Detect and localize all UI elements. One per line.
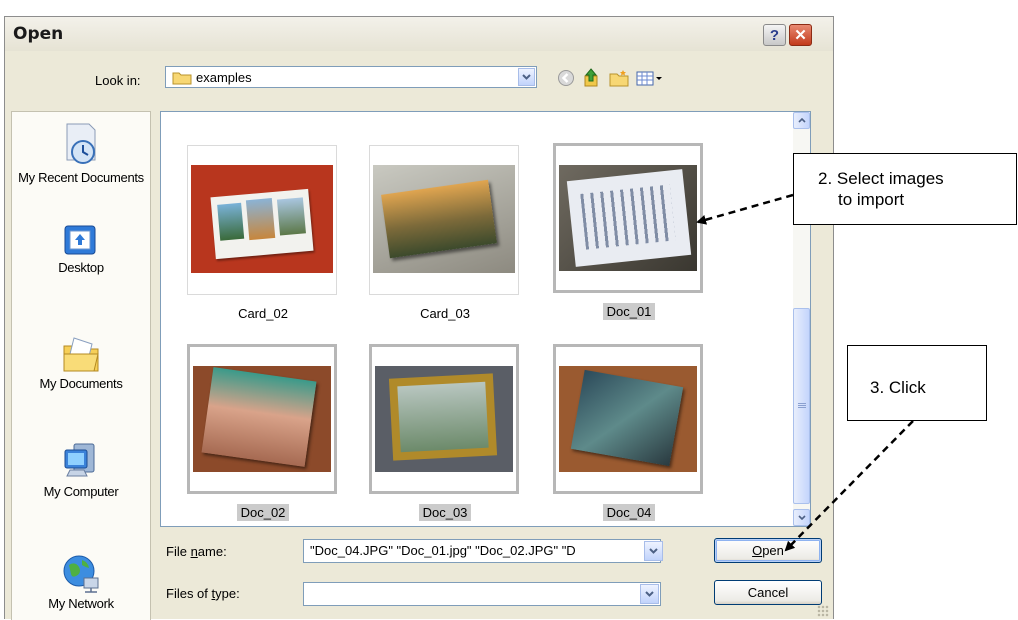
open-dialog: Open ? ✕ Look in: examples My Recent Doc…: [4, 16, 834, 620]
file-type-dropdown[interactable]: [303, 582, 661, 606]
open-button[interactable]: Open: [714, 538, 822, 563]
file-name-input[interactable]: "Doc_04.JPG" "Doc_01.jpg" "Doc_02.JPG" "…: [303, 539, 661, 563]
scroll-down-button[interactable]: [793, 509, 810, 526]
thumbnail-doc-02: [193, 366, 331, 472]
file-name-dropdown-arrow[interactable]: [644, 541, 663, 561]
place-recent-documents[interactable]: My Recent Documents: [12, 122, 150, 185]
file-name: Card_03: [420, 306, 470, 321]
thumbnail-card-02: [191, 165, 333, 273]
look-in-value: examples: [196, 70, 252, 85]
thumbnail-doc-04: [559, 366, 697, 472]
up-folder-icon[interactable]: [580, 67, 602, 89]
thumbnail-doc-03: [375, 366, 513, 472]
recent-documents-icon: [66, 123, 96, 164]
annotation-select-images: 2. Select images to import: [793, 153, 1017, 225]
resize-grip[interactable]: [817, 605, 829, 617]
thumbnail-doc-01: [559, 165, 697, 271]
thumbnail-card-03: [373, 165, 515, 273]
places-bar: My Recent Documents Desktop My Documents: [11, 111, 151, 620]
folder-icon: [172, 72, 192, 85]
dialog-title: Open: [13, 24, 64, 44]
cancel-button[interactable]: Cancel: [714, 580, 822, 605]
new-folder-icon[interactable]: [608, 67, 630, 89]
file-name: Doc_02: [236, 504, 290, 521]
scroll-up-button[interactable]: [793, 112, 810, 129]
desktop-icon: [64, 225, 96, 255]
place-my-documents[interactable]: My Documents: [12, 334, 150, 391]
place-desktop[interactable]: Desktop: [12, 222, 150, 275]
thumbnail-frame: [369, 145, 519, 295]
thumbnail-frame: [187, 145, 337, 295]
file-type-label: Files of type:: [166, 586, 240, 601]
look-in-dropdown[interactable]: examples: [165, 66, 537, 88]
help-button[interactable]: ?: [763, 24, 786, 46]
place-my-computer[interactable]: My Computer: [12, 442, 150, 499]
title-bar: Open ? ✕: [5, 17, 833, 51]
my-computer-icon: [64, 443, 95, 477]
chevron-down-icon[interactable]: [640, 584, 659, 604]
my-documents-icon: [63, 337, 99, 372]
scrollbar-thumb[interactable]: [793, 308, 810, 504]
file-name: Doc_01: [602, 303, 656, 320]
thumbnail-frame: [553, 344, 703, 494]
place-my-network[interactable]: My Network: [12, 552, 150, 611]
file-name: Card_02: [238, 306, 288, 321]
my-network-icon: [63, 555, 99, 593]
chevron-down-icon[interactable]: [518, 68, 535, 86]
thumbnail-frame: [553, 143, 703, 293]
view-menu-icon[interactable]: [635, 67, 665, 89]
thumbnail-frame: [369, 344, 519, 494]
file-list-view[interactable]: Card_02 Card_03 Doc_01 Doc_02 Doc_03 Doc…: [160, 111, 811, 527]
file-name: Doc_03: [418, 504, 472, 521]
close-button[interactable]: ✕: [789, 24, 812, 46]
file-name-label: File name:: [166, 544, 227, 559]
file-name: Doc_04: [602, 504, 656, 521]
thumbnail-frame: [187, 344, 337, 494]
annotation-click: 3. Click: [847, 345, 987, 421]
back-icon[interactable]: [555, 67, 577, 89]
look-in-label: Look in:: [95, 73, 141, 88]
